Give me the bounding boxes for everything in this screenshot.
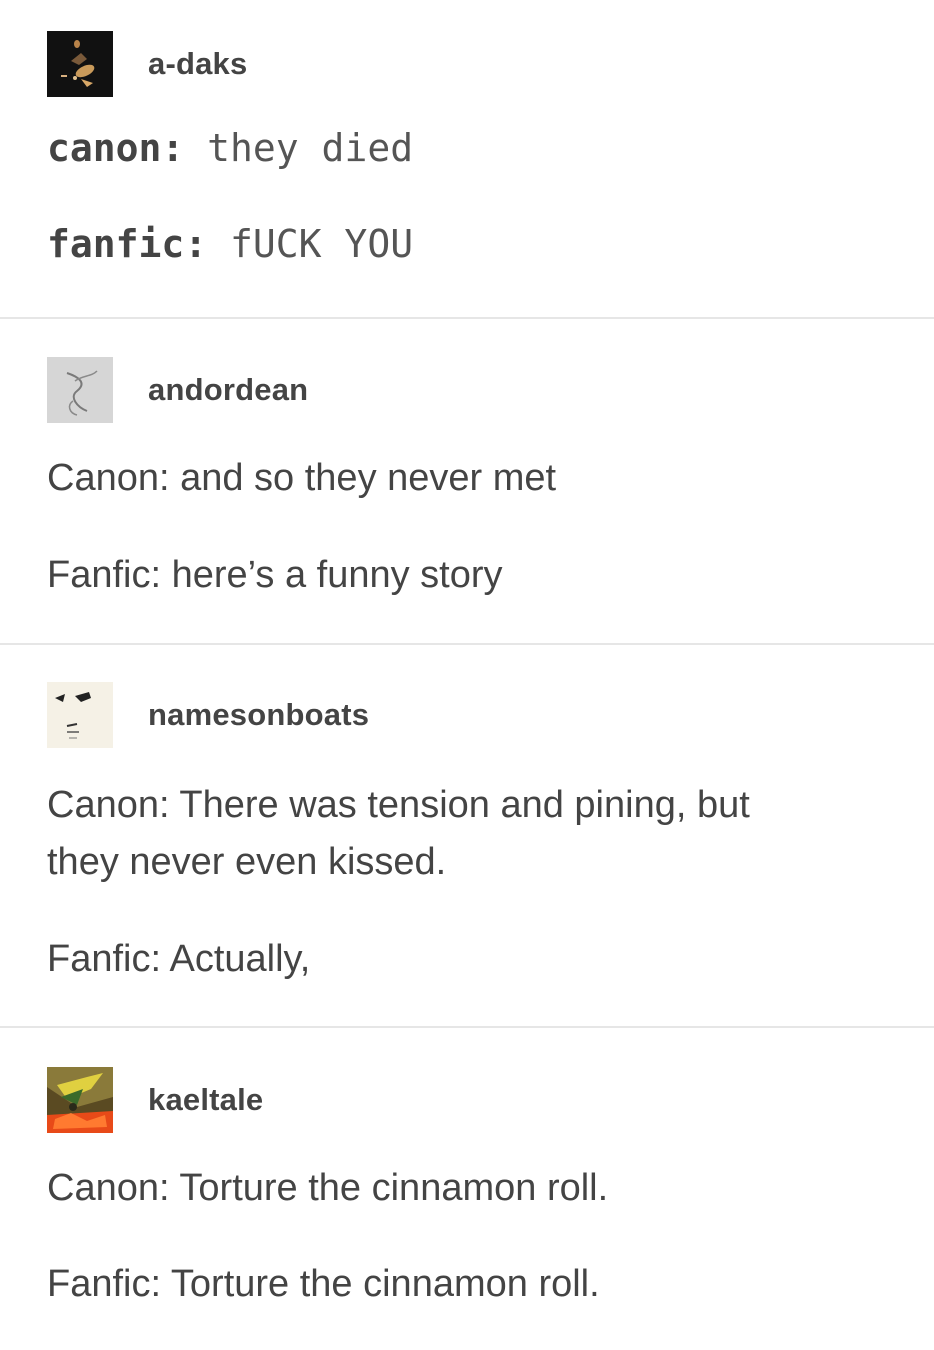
colorful-art-avatar-icon [47,1067,113,1133]
post-line: Canon: There was tension and pining, but [47,784,750,826]
line-text: they died [207,126,414,170]
post-line: Fanfic: here’s a funny story [47,554,503,596]
post-header: kaeltale [47,1067,263,1133]
post-line: Fanfic: Actually, [47,938,311,980]
avatar[interactable] [47,682,113,748]
post-line: Canon: Torture the cinnamon roll. [47,1167,609,1209]
grey-sketch-avatar-icon [47,357,113,423]
post-line: fanfic: fUCK YOU [47,215,413,273]
post-divider [0,643,934,645]
post-header: namesonboats [47,682,369,748]
post-header: andordean [47,357,308,423]
post-divider [0,317,934,319]
post-line: Fanfic: Torture the cinnamon roll. [47,1263,600,1305]
avatar[interactable] [47,357,113,423]
dark-figure-avatar-icon [47,31,113,97]
username[interactable]: andordean [148,372,308,408]
post-line: Canon: and so they never met [47,457,557,499]
line-label: canon: [47,126,185,170]
post-a-daks: a-daks canon: they died fanfic: fUCK YOU [0,0,934,318]
avatar[interactable] [47,31,113,97]
avatar[interactable] [47,1067,113,1133]
post-line: they never even kissed. [47,841,447,883]
username[interactable]: namesonboats [148,697,369,733]
post-divider [0,1026,934,1028]
face-doodle-avatar-icon [47,682,113,748]
line-label: fanfic: [47,222,208,266]
username[interactable]: a-daks [148,46,247,82]
post-header: a-daks [47,31,247,97]
line-text: fUCK YOU [230,222,414,266]
post-line: canon: they died [47,119,413,177]
username[interactable]: kaeltale [148,1082,263,1118]
